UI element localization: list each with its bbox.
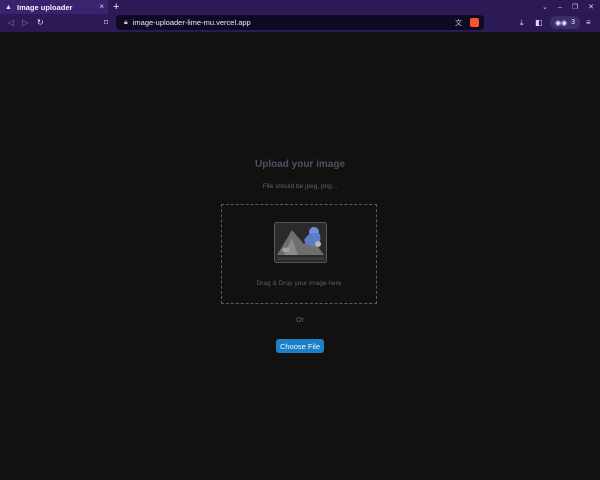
- url-text[interactable]: image-uploader-lime-mu.vercel.app: [133, 18, 251, 27]
- page-title: Upload your image: [254, 159, 345, 170]
- sidebar-icon[interactable]: ◧: [535, 18, 543, 27]
- drop-zone[interactable]: Drag & Drop your image here: [221, 204, 377, 304]
- new-tab-button[interactable]: +: [113, 0, 119, 14]
- address-bar[interactable]: 🔒︎ image-uploader-lime-mu.vercel.app 文: [116, 15, 484, 30]
- page-content: Upload your image File should be jpeg, p…: [0, 32, 600, 480]
- image-placeholder-icon: [274, 222, 327, 263]
- menu-icon[interactable]: ≡: [586, 18, 591, 27]
- tab-favicon-icon: ▲: [5, 3, 12, 11]
- close-icon[interactable]: ✕: [588, 3, 594, 11]
- tab-title: Image uploader: [17, 2, 73, 12]
- translate-icon[interactable]: 文: [455, 18, 462, 28]
- vpn-count: 3: [571, 19, 576, 26]
- tab-list-chevron-icon[interactable]: ⌄: [542, 3, 548, 11]
- vpn-icon: ◉◉: [554, 19, 568, 27]
- choose-file-button[interactable]: Choose File: [276, 339, 324, 353]
- vpn-button[interactable]: ◉◉ 3: [550, 16, 580, 29]
- lock-icon[interactable]: 🔒︎: [124, 19, 128, 27]
- browser-tab-bar: ▲ Image uploader × + ⌄ – ❐ ✕: [0, 0, 600, 14]
- maximize-icon[interactable]: ❐: [572, 3, 578, 11]
- drop-zone-text: Drag & Drop your image here: [256, 280, 342, 287]
- download-icon[interactable]: ⤓: [520, 18, 524, 28]
- window-controls: ⌄ – ❐ ✕: [542, 0, 594, 14]
- minimize-icon[interactable]: –: [558, 4, 562, 11]
- browser-tab[interactable]: ▲ Image uploader ×: [0, 0, 108, 14]
- bookmark-icon[interactable]: ⌑: [104, 18, 108, 27]
- file-type-hint: File should be jpeg, png...: [262, 183, 338, 190]
- forward-icon[interactable]: ▷: [22, 18, 28, 27]
- or-divider: Or: [296, 317, 304, 324]
- browser-toolbar: ◁ ▷ ↻ ⌑ 🔒︎ image-uploader-lime-mu.vercel…: [0, 14, 600, 32]
- tab-close-icon[interactable]: ×: [99, 2, 104, 11]
- brave-shield-icon[interactable]: [470, 18, 479, 27]
- back-icon[interactable]: ◁: [8, 18, 14, 27]
- reload-icon[interactable]: ↻: [37, 18, 44, 27]
